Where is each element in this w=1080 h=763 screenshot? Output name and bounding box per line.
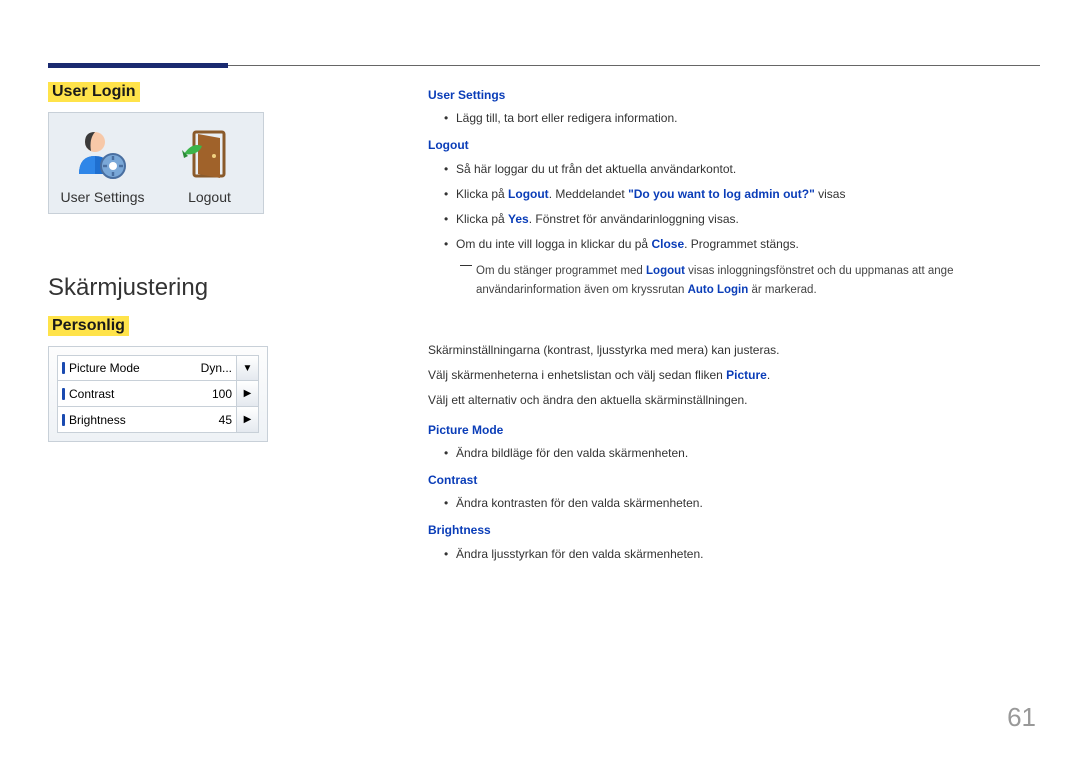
paragraph: Välj skärmenheterna i enhetslistan och v… [428,366,1040,385]
user-settings-label: User Settings [53,189,152,205]
keyword-autologin: Auto Login [688,284,749,296]
setting-label: Brightness [58,413,186,427]
setting-row-brightness: Brightness 45 ▶ [57,407,259,433]
list-item: Om du inte vill logga in klickar du på C… [444,235,1040,254]
logout-label: Logout [160,189,259,205]
list-item: Lägg till, ta bort eller redigera inform… [444,109,1040,128]
setting-row-contrast: Contrast 100 ▶ [57,381,259,407]
user-settings-icon [53,123,152,185]
setting-label-text: Brightness [69,413,126,427]
list-user-settings: Lägg till, ta bort eller redigera inform… [428,109,1040,128]
setting-value: 45 [186,413,236,427]
text: Om du inte vill logga in klickar du på [456,237,651,251]
heading-user-login: User Login [48,82,140,102]
text: Klicka på [456,212,508,226]
subhead-brightness: Brightness [428,521,1040,540]
header-rule-thick [48,63,228,68]
list-item: Ändra ljusstyrkan för den valda skärmenh… [444,545,1040,564]
setting-row-picture-mode: Picture Mode Dyn... ▼ [57,355,259,381]
keyword-picture: Picture [726,368,767,382]
heading-personlig: Personlig [48,316,129,336]
keyword-logout: Logout [508,187,549,201]
text: . [767,368,770,382]
subhead-user-settings: User Settings [428,86,1040,105]
list-logout: Så här loggar du ut från det aktuella an… [428,160,1040,255]
list-item: Ändra bildläge för den valda skärmenhete… [444,444,1040,463]
setting-label: Contrast [58,387,186,401]
keyword-close: Close [651,237,684,251]
heading-skarmjustering: Skärmjustering [48,274,368,302]
list-item: Klicka på Yes. Fönstret för användarinlo… [444,210,1040,229]
settings-panel: Picture Mode Dyn... ▼ Contrast 100 ▶ Bri… [48,346,268,442]
setting-label: Picture Mode [58,361,186,375]
subhead-picture-mode: Picture Mode [428,421,1040,440]
login-panel: User Settings [48,112,264,214]
list-item: Klicka på Logout. Meddelandet "Do you wa… [444,185,1040,204]
subhead-logout: Logout [428,136,1040,155]
note-dash-icon [460,265,472,266]
note-logout: Om du stänger programmet med Logout visa… [444,262,1040,299]
subhead-contrast: Contrast [428,471,1040,490]
logout-button[interactable]: Logout [156,113,263,213]
text: är markerad. [748,284,816,296]
text: visas [815,187,846,201]
text: . Fönstret för användarinloggning visas. [529,212,739,226]
user-settings-button[interactable]: User Settings [49,113,156,213]
setting-value: Dyn... [186,361,236,375]
text: . Programmet stängs. [684,237,799,251]
list-item: Ändra kontrasten för den valda skärmenhe… [444,494,1040,513]
spinner-control[interactable]: ▶ [236,407,258,432]
page-number: 61 [1007,702,1036,733]
spinner-control[interactable]: ▶ [236,381,258,406]
keyword-message: "Do you want to log admin out?" [628,187,815,201]
setting-label-text: Picture Mode [69,361,140,375]
setting-value: 100 [186,387,236,401]
header-rule [48,40,1040,70]
setting-label-text: Contrast [69,387,114,401]
dropdown-control[interactable]: ▼ [236,356,258,380]
text: Om du stänger programmet med [476,265,646,277]
paragraph: Välj ett alternativ och ändra den aktuel… [428,391,1040,410]
list-contrast: Ändra kontrasten för den valda skärmenhe… [428,494,1040,513]
paragraph: Skärminställningarna (kontrast, ljusstyr… [428,341,1040,360]
keyword-logout: Logout [646,265,685,277]
list-brightness: Ändra ljusstyrkan för den valda skärmenh… [428,545,1040,564]
text: Klicka på [456,187,508,201]
list-item: Så här loggar du ut från det aktuella an… [444,160,1040,179]
text: . Meddelandet [549,187,628,201]
keyword-yes: Yes [508,212,529,226]
list-picture-mode: Ändra bildläge för den valda skärmenhete… [428,444,1040,463]
text: Välj skärmenheterna i enhetslistan och v… [428,368,726,382]
logout-icon [160,123,259,185]
